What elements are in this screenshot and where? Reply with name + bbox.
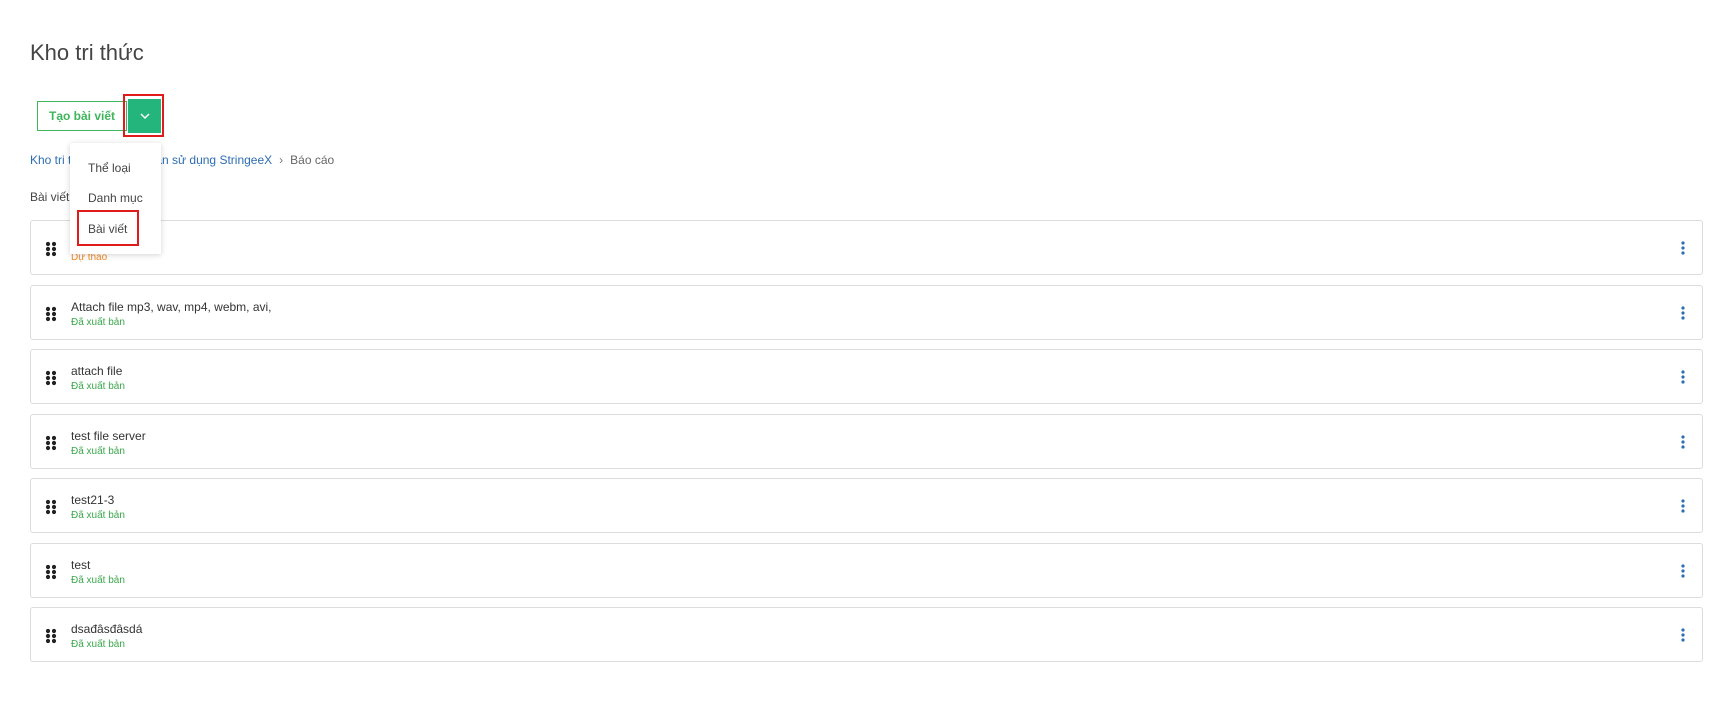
more-options-icon[interactable]: [1681, 563, 1685, 578]
section-label: Bài viết: [30, 190, 70, 204]
article-title[interactable]: attach file: [71, 364, 122, 378]
article-title[interactable]: test: [71, 558, 90, 572]
article-title[interactable]: test21-3: [71, 493, 114, 507]
status-badge: Đã xuất bản: [71, 574, 125, 586]
highlight-box: [77, 210, 139, 246]
article-row[interactable]: test21-3 Đã xuất bản: [30, 478, 1703, 533]
menu-item-the-loai[interactable]: Thể loại: [88, 161, 131, 175]
article-title[interactable]: test file server: [71, 429, 146, 443]
chevron-right-icon: ›: [279, 153, 284, 167]
breadcrumb-link-root[interactable]: Kho tri t: [30, 153, 71, 167]
more-options-icon[interactable]: [1681, 434, 1685, 449]
status-badge: Đã xuất bản: [71, 445, 125, 457]
drag-handle-icon[interactable]: [45, 370, 57, 386]
breadcrumb-current: Báo cáo: [290, 153, 335, 167]
more-options-icon[interactable]: [1681, 370, 1685, 384]
article-row[interactable]: test Đã xuất bản: [30, 542, 1703, 598]
article-row[interactable]: Dự thảo: [30, 220, 1703, 275]
breadcrumb-link-guide[interactable]: ẫn sử dụng StringeeX: [155, 153, 272, 167]
article-list: Dự thảo Attach file mp3, wav, mp4, webm, …: [30, 220, 1703, 672]
menu-item-danh-muc[interactable]: Danh mục: [88, 191, 143, 205]
article-row[interactable]: attach file Đã xuất bản: [30, 349, 1703, 404]
article-title[interactable]: dsađâsđâsdá: [71, 622, 142, 636]
article-title[interactable]: Attach file mp3, wav, mp4, webm, avi,: [71, 300, 272, 314]
highlight-box: [123, 94, 164, 137]
article-row[interactable]: dsađâsđâsdá Đã xuất bản: [30, 607, 1703, 662]
more-options-icon[interactable]: [1681, 499, 1685, 513]
status-badge: Đã xuất bản: [71, 510, 125, 521]
article-row[interactable]: test file server Đã xuất bản: [30, 413, 1703, 469]
more-options-icon[interactable]: [1681, 628, 1685, 642]
more-options-icon[interactable]: [1681, 305, 1685, 320]
page-title: Kho tri thức: [30, 40, 144, 65]
status-badge: Đã xuất bản: [71, 381, 125, 392]
drag-handle-icon[interactable]: [45, 241, 57, 257]
drag-handle-icon[interactable]: [45, 628, 57, 644]
article-row[interactable]: Attach file mp3, wav, mp4, webm, avi, Đã …: [30, 284, 1703, 340]
drag-handle-icon[interactable]: [45, 306, 57, 322]
more-options-icon[interactable]: [1681, 241, 1685, 255]
drag-handle-icon[interactable]: [45, 499, 57, 515]
drag-handle-icon[interactable]: [45, 564, 57, 580]
status-badge: Đã xuất bản: [71, 639, 125, 650]
status-badge: Đã xuất bản: [71, 316, 125, 328]
drag-handle-icon[interactable]: [45, 435, 57, 451]
create-article-button[interactable]: Tạo bài viết: [37, 101, 127, 131]
